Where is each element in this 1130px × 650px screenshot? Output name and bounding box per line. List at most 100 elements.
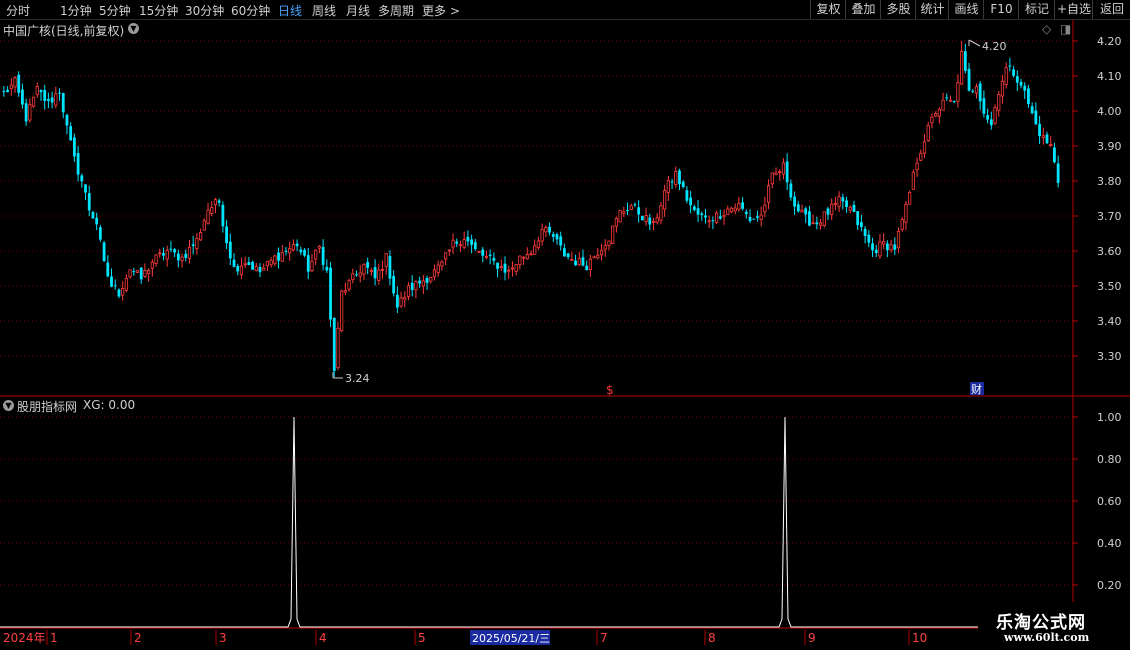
- candle: [871, 237, 874, 257]
- candle: [369, 267, 373, 276]
- candle: [195, 233, 199, 255]
- candle: [778, 169, 782, 181]
- candle: [937, 107, 941, 124]
- candle-body: [818, 222, 823, 226]
- candle: [555, 232, 559, 245]
- candle-body: [395, 294, 399, 308]
- candle: [388, 250, 392, 286]
- candle: [17, 71, 21, 97]
- candle: [355, 270, 358, 277]
- candle-body: [1045, 134, 1049, 144]
- candle-body: [180, 256, 184, 261]
- stock-chart[interactable]: 4.20 4.10 4.00 3.90 3.80 3.70 3.60 3.50 3.40 3.30…: [0, 0, 1130, 650]
- candle-body: [291, 244, 296, 251]
- candle: [436, 260, 440, 277]
- candle-body: [195, 238, 199, 249]
- candle: [919, 149, 923, 162]
- candle-body: [128, 269, 132, 278]
- watermark: 乐淘公式网 www.60lt.com: [978, 602, 1130, 650]
- candle-body: [228, 241, 232, 259]
- candle-body: [629, 205, 633, 210]
- month-label: 10: [912, 631, 927, 645]
- low-price-label: 3.24: [345, 372, 370, 385]
- candle: [458, 240, 463, 253]
- candle: [124, 274, 128, 293]
- candle-body: [689, 197, 693, 206]
- candle-body: [61, 93, 65, 113]
- candle: [187, 240, 192, 264]
- candle-body: [681, 181, 685, 187]
- candle-body: [592, 256, 596, 259]
- candle-body: [974, 86, 979, 94]
- candle-body: [978, 83, 982, 102]
- candle-body: [926, 124, 930, 141]
- candle-body: [930, 116, 934, 124]
- y-tick-label: 3.50: [1097, 280, 1122, 293]
- candle-body: [540, 229, 544, 242]
- candle: [626, 202, 629, 216]
- candle-body: [31, 96, 36, 107]
- candle: [299, 246, 303, 256]
- candle: [859, 214, 863, 232]
- candle-body: [336, 327, 340, 368]
- indicator-tick-label: 0.40: [1097, 537, 1122, 550]
- candle: [28, 98, 32, 123]
- candle: [232, 253, 236, 268]
- candle-body: [614, 218, 618, 227]
- candle: [518, 255, 522, 270]
- y-tick-label: 3.40: [1097, 315, 1122, 328]
- candle-body: [967, 68, 971, 91]
- high-price-label: 4.20: [982, 40, 1007, 53]
- candle: [132, 267, 136, 276]
- cursor-date-label: 2025/05/21/三: [472, 632, 550, 645]
- candle: [329, 261, 332, 327]
- candle: [403, 291, 407, 308]
- candle: [484, 250, 489, 260]
- candle-body: [737, 203, 741, 210]
- candle: [874, 244, 878, 258]
- candle: [640, 215, 644, 221]
- candle-body: [808, 211, 811, 226]
- candle: [277, 247, 280, 269]
- candle: [24, 98, 28, 126]
- candle: [815, 216, 819, 230]
- candle-body: [919, 153, 923, 161]
- candle: [663, 184, 667, 217]
- candle-body: [841, 197, 845, 202]
- candle: [303, 247, 306, 258]
- candle: [147, 268, 151, 282]
- candle-body: [785, 161, 789, 183]
- candle-body: [314, 249, 318, 260]
- candle: [837, 191, 841, 213]
- candle: [570, 251, 574, 261]
- candle: [236, 263, 240, 276]
- month-label: 1: [50, 631, 58, 645]
- candle-body: [462, 239, 466, 248]
- month-label: 3: [219, 631, 227, 645]
- candle-body: [499, 266, 503, 269]
- candle-body: [904, 203, 908, 223]
- candle: [793, 191, 796, 215]
- candle-body: [440, 261, 444, 267]
- candle-body: [425, 277, 429, 283]
- candle: [733, 203, 737, 215]
- candle: [707, 215, 711, 228]
- candle: [47, 92, 50, 109]
- candle-body: [414, 281, 418, 291]
- candle-body: [473, 242, 477, 250]
- candle: [462, 231, 466, 250]
- candle: [592, 255, 596, 259]
- candle-body: [882, 241, 886, 245]
- candle-body: [340, 290, 344, 332]
- date-axis: 2024年 1 2 3 4 5 7 8 9 10 2025/05/21/三: [3, 630, 927, 645]
- candle-body: [265, 260, 270, 267]
- candle: [306, 248, 310, 279]
- candle-body: [299, 249, 303, 253]
- candle-body: [770, 172, 774, 185]
- candle-body: [666, 180, 670, 193]
- candle: [599, 243, 604, 261]
- candle-body: [1019, 82, 1023, 86]
- candle-body: [700, 213, 704, 216]
- candle: [392, 270, 396, 297]
- year-label: 2024年: [3, 631, 46, 645]
